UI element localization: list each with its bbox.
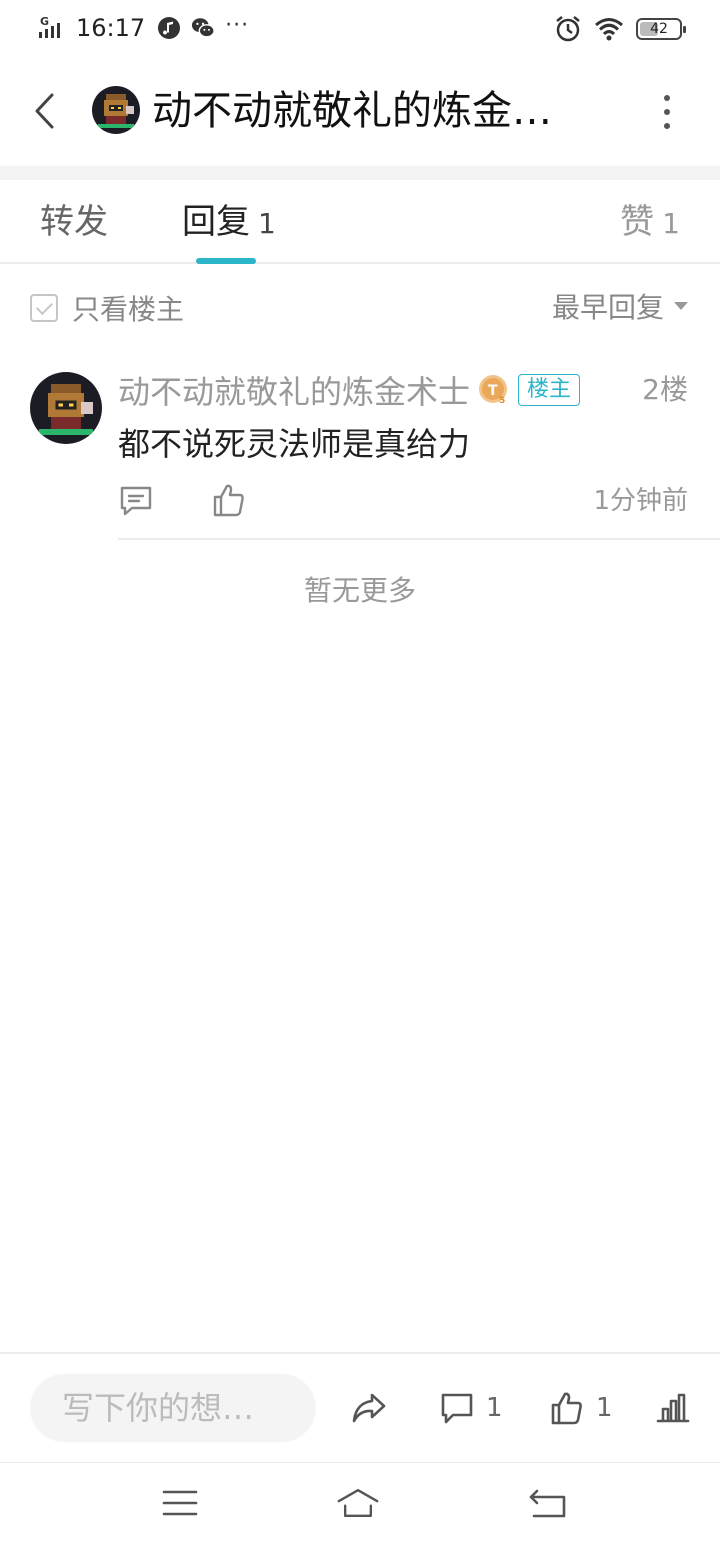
comment-count: 1: [486, 1393, 503, 1423]
tab-reply-label: 回复: [182, 202, 250, 242]
op-badge: 楼主: [518, 374, 581, 406]
back-button[interactable]: [22, 86, 66, 136]
pixel-avatar-icon: [92, 86, 140, 134]
more-dot-icon: [664, 95, 670, 101]
share-button[interactable]: [350, 1388, 388, 1428]
like-button[interactable]: 1: [550, 1388, 613, 1428]
sort-dropdown[interactable]: 最早回复: [552, 286, 688, 326]
reply-author[interactable]: 动不动就敬礼的炼金术士: [118, 367, 470, 413]
status-left: G 16:17 ···: [38, 12, 249, 44]
floor-number: 2楼: [642, 373, 688, 406]
wifi-icon: [595, 18, 623, 41]
header: 动不动就敬礼的炼金…: [0, 56, 720, 166]
chevron-left-icon: [35, 93, 54, 129]
clock: 16:17: [76, 14, 146, 42]
tab-bar: 转发 回复 1 赞1: [0, 180, 720, 264]
sort-label: 最早回复: [551, 291, 664, 324]
more-options-button[interactable]: [652, 92, 682, 132]
active-tab-indicator: [196, 258, 256, 264]
section-divider: [0, 166, 720, 180]
tab-forward-label: 转发: [40, 202, 108, 242]
menu-icon: [162, 1490, 198, 1516]
home-icon: [337, 1488, 379, 1518]
svg-text:T: T: [488, 383, 498, 399]
bar-chart-icon: [656, 1393, 690, 1423]
reply-time: 1分钟前: [593, 486, 688, 516]
reply-item[interactable]: 动不动就敬礼的炼金术士 T 5 楼主 2楼 都不说死灵法师是真给力 1分钟前: [0, 352, 720, 540]
reply-divider: [118, 538, 720, 540]
reply-content[interactable]: 都不说死灵法师是真给力: [118, 422, 470, 466]
bottom-action-bar: 1 1: [0, 1352, 720, 1460]
tab-like[interactable]: 赞1: [620, 200, 680, 246]
more-notifications: ···: [225, 12, 250, 38]
comment-icon: [441, 1393, 473, 1424]
nav-home-button[interactable]: [336, 1483, 380, 1523]
status-bar: G 16:17 ··· 42: [0, 0, 720, 56]
caret-down-icon: [674, 302, 688, 310]
battery-level: 42: [650, 21, 668, 37]
like-count: 1: [596, 1393, 613, 1423]
music-icon: [158, 17, 181, 39]
only-op-toggle[interactable]: 只看楼主: [30, 288, 184, 328]
thumbs-up-icon: [551, 1392, 582, 1425]
nav-back-button[interactable]: [526, 1483, 570, 1523]
comment-icon[interactable]: [118, 484, 154, 518]
more-dot-icon: [664, 123, 670, 129]
reply-input[interactable]: [30, 1374, 316, 1442]
tab-reply[interactable]: 回复 1: [182, 200, 276, 246]
reply-header: 动不动就敬礼的炼金术士 T 5 楼主: [118, 367, 581, 413]
share-icon: [352, 1393, 386, 1423]
tab-like-label: 赞: [620, 202, 655, 242]
reply-actions: 1分钟前: [118, 480, 688, 524]
page-title: 动不动就敬礼的炼金…: [152, 88, 552, 134]
no-more-text: 暂无更多: [303, 574, 416, 607]
comment-button[interactable]: 1: [440, 1388, 503, 1428]
only-op-label: 只看楼主: [72, 293, 185, 326]
tab-reply-count: 1: [258, 207, 276, 240]
more-dot-icon: [664, 109, 670, 115]
signal-icon: G: [38, 16, 70, 40]
system-nav-bar: [0, 1462, 720, 1544]
tab-forward[interactable]: 转发: [40, 200, 108, 244]
filter-row: 只看楼主 最早回复: [0, 266, 720, 344]
svg-text:5: 5: [499, 396, 505, 406]
reply-avatar[interactable]: [30, 372, 102, 444]
tab-like-count: 1: [662, 207, 680, 240]
wechat-icon: [192, 18, 215, 38]
thumbs-up-icon[interactable]: [212, 482, 246, 518]
level-badge-icon: T 5: [479, 375, 508, 406]
nav-menu-button[interactable]: [158, 1483, 202, 1523]
alarm-icon: [556, 16, 580, 42]
pixel-avatar-icon: [30, 372, 102, 444]
battery-icon: 42: [636, 18, 686, 40]
stats-button[interactable]: [656, 1388, 690, 1428]
avatar[interactable]: [92, 86, 140, 134]
reply-input-container[interactable]: [30, 1374, 316, 1442]
status-right: 42: [554, 14, 686, 44]
back-arrow-icon: [529, 1489, 566, 1518]
checkbox-icon[interactable]: [30, 294, 58, 322]
